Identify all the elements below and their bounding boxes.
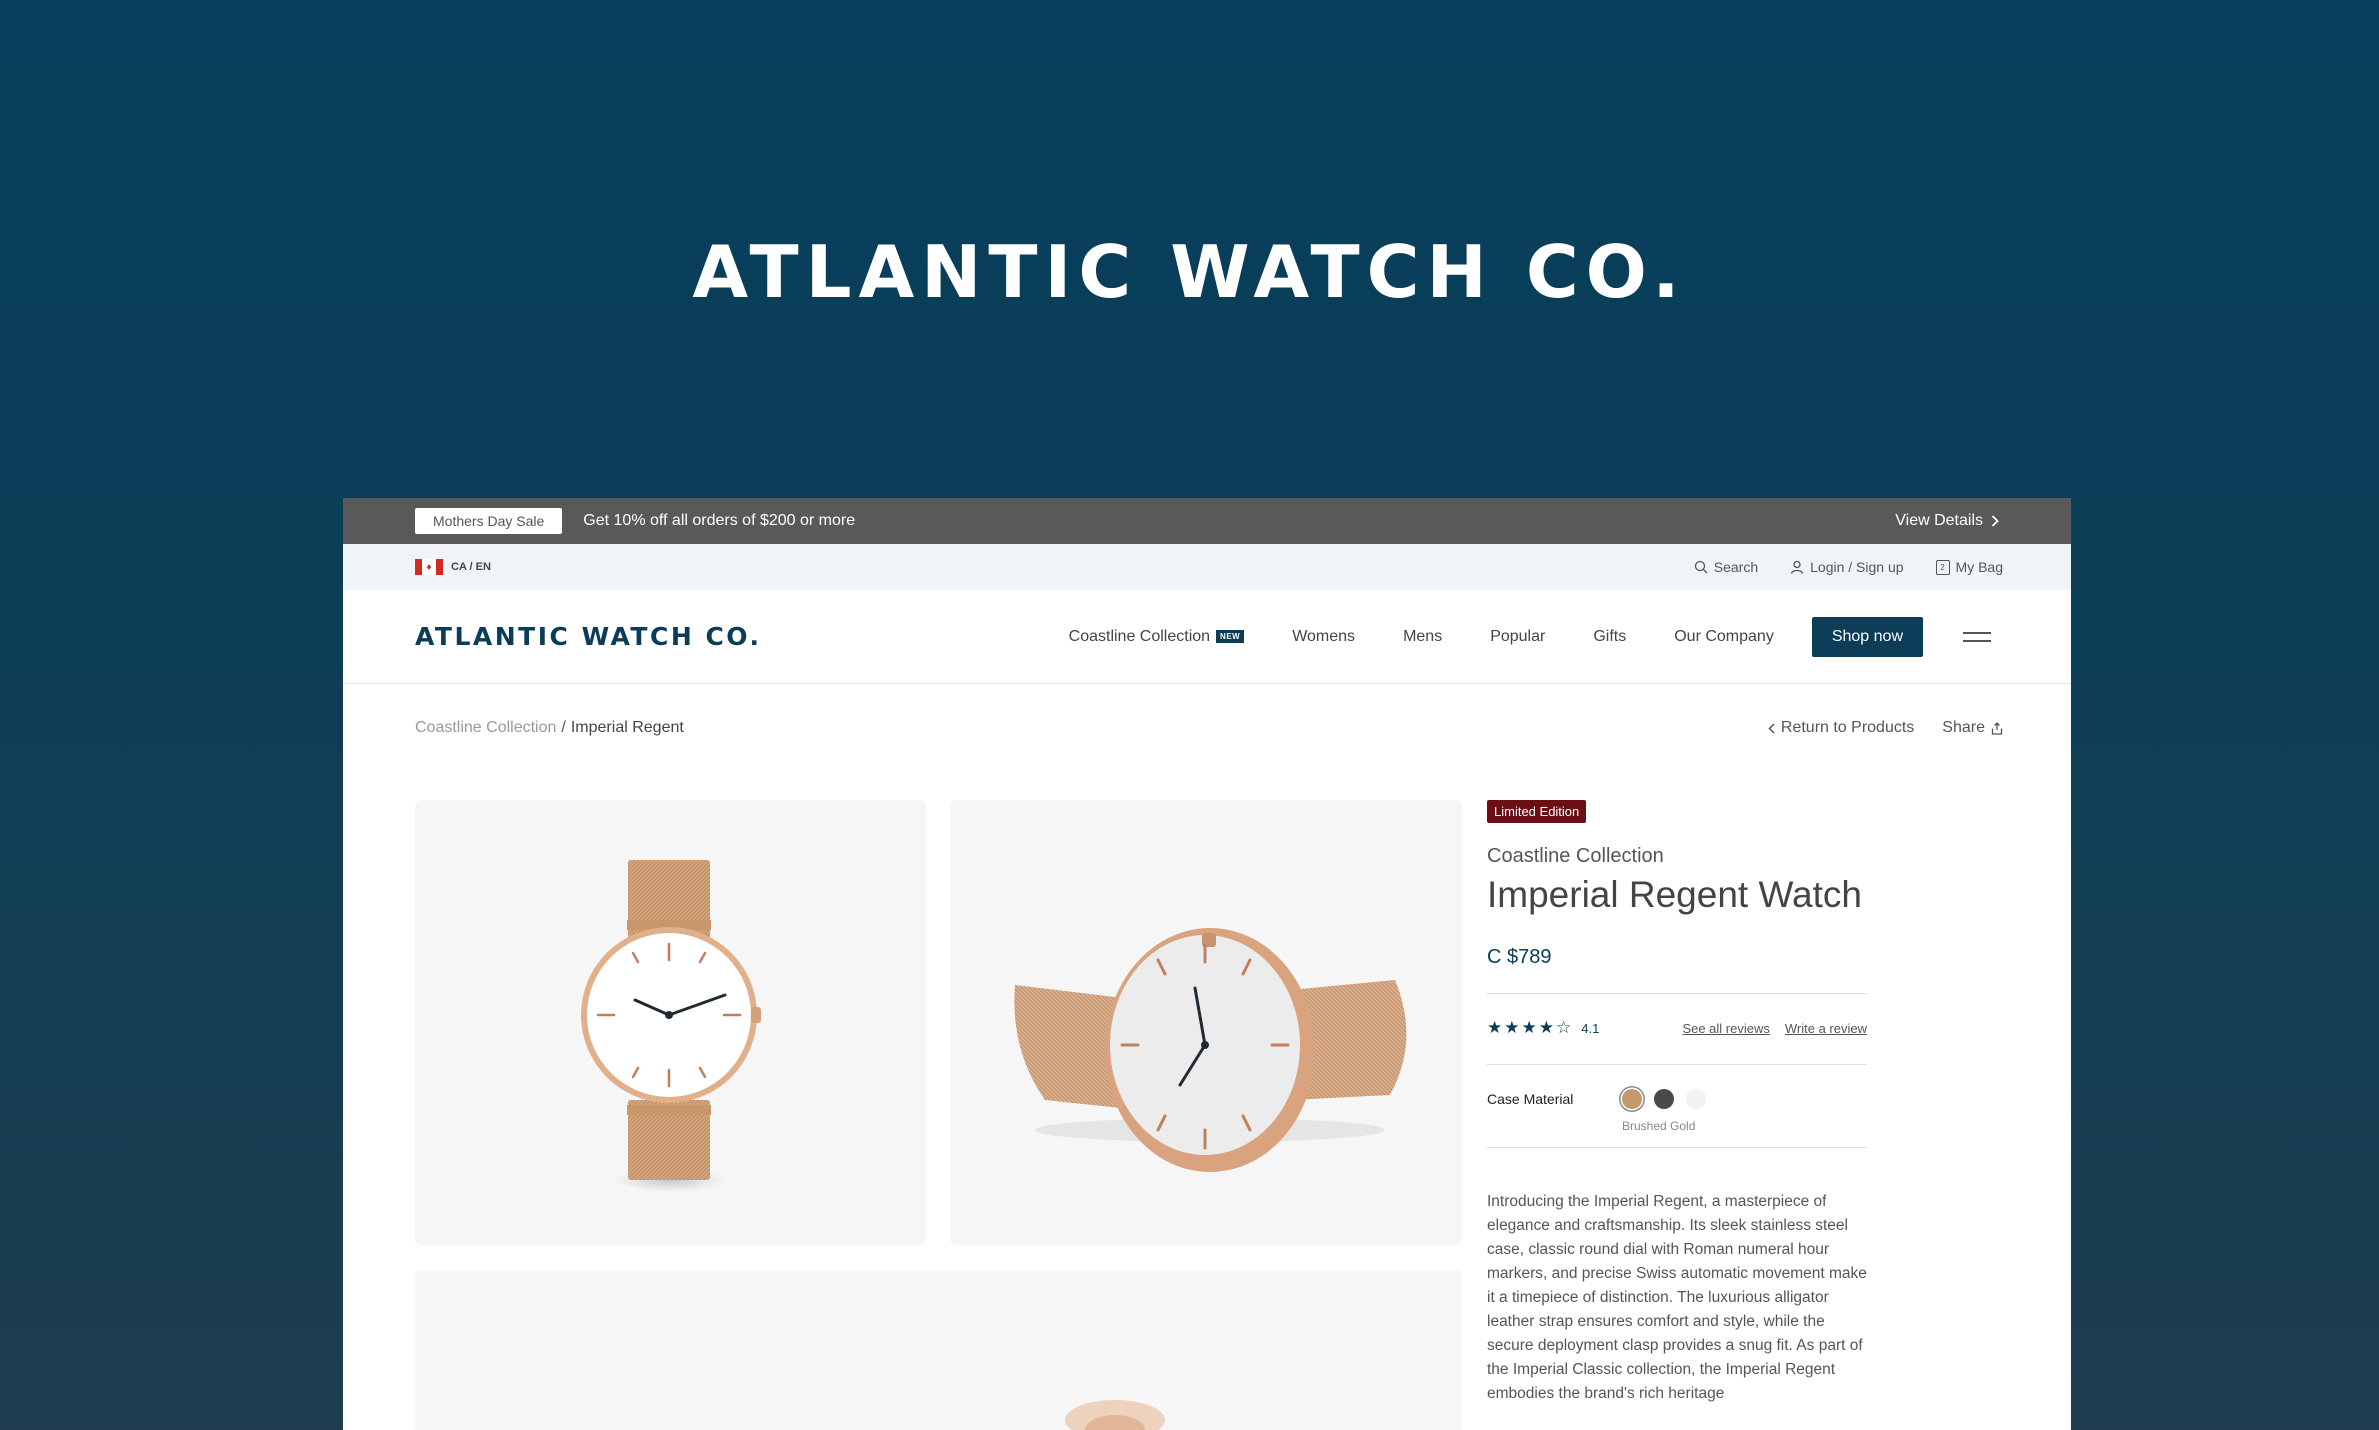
share-label: Share [1942,719,1985,736]
main-navigation: ATLANTIC WATCH CO. Coastline Collection … [343,590,2071,684]
canada-flag-icon: ♦ [415,559,443,575]
selected-material-label: Brushed Gold [1622,1119,1696,1133]
view-details-link[interactable]: View Details [1895,512,1999,530]
my-bag-label: My Bag [1955,559,2003,575]
locale-selector[interactable]: ♦ CA / EN [415,559,491,575]
hero-title: ATLANTIC WATCH CO. [692,230,1687,314]
star-filled-icon: ★ [1504,1018,1520,1037]
bag-count: 2 [1940,562,1945,572]
nav-menu: Coastline Collection NEW Womens Mens Pop… [1069,616,1991,657]
product-info: Limited Edition Coastline Collection Imp… [1487,800,1867,1406]
nav-item-gifts[interactable]: Gifts [1593,628,1626,646]
divider [1487,993,1867,994]
nav-item-label: Coastline Collection [1068,627,1211,645]
nav-item-our-company[interactable]: Our Company [1674,628,1774,646]
star-empty-icon: ☆ [1556,1018,1572,1037]
breadcrumb-current: Imperial Regent [570,719,684,736]
breadcrumb: Coastline Collection / Imperial Regent R… [343,684,2071,772]
utility-bar: ♦ CA / EN Search Login / Sign up 2 My Ba… [343,544,2071,590]
share-button[interactable]: Share [1942,719,2003,737]
watch-angled-illustration [1014,928,1407,1172]
material-swatch[interactable] [1654,1089,1674,1109]
product-image-lifestyle[interactable] [415,1270,1462,1430]
material-selector: Case Material Brushed Gold [1487,1081,1867,1133]
site-logo[interactable]: ATLANTIC WATCH CO. [415,622,762,651]
nav-item-mens[interactable]: Mens [1403,628,1442,646]
nav-item-womens[interactable]: Womens [1292,628,1355,646]
user-icon [1790,560,1804,574]
see-all-reviews-link[interactable]: See all reviews [1682,1021,1769,1036]
breadcrumb-parent[interactable]: Coastline Collection [415,719,556,737]
product-description: Introducing the Imperial Regent, a maste… [1487,1193,1867,1402]
divider [1487,1064,1867,1065]
material-swatch[interactable] [1686,1089,1706,1109]
product-image-angled[interactable] [950,800,1462,1245]
share-icon [1991,721,2003,735]
product-title: Imperial Regent Watch [1487,874,1862,915]
chevron-right-icon [1991,515,1999,527]
watch-lifestyle-illustration [1065,1400,1165,1430]
limited-edition-badge: Limited Edition [1487,800,1587,823]
product-collection: Coastline Collection [1487,845,1664,867]
promo-badge: Mothers Day Sale [415,508,563,534]
chevron-left-icon [1768,722,1775,734]
login-link[interactable]: Login / Sign up [1790,559,1904,575]
nav-item-popular[interactable]: Popular [1490,628,1545,646]
return-to-products-link[interactable]: Return to Products [1768,719,1914,737]
breadcrumb-separator: / [561,719,566,736]
product-image-front[interactable] [415,800,926,1245]
star-filled-icon: ★ [1521,1018,1537,1037]
case-material-label: Case Material [1487,1091,1574,1107]
divider [1487,1147,1867,1148]
rating-value: 4.1 [1581,1020,1600,1036]
rating-row: ★ ★ ★ ★ ☆ 4.1 See all reviews Write a review [1487,1018,1867,1038]
website-frame: Mothers Day Sale Get 10% off all orders … [343,498,2071,1430]
return-label: Return to Products [1780,719,1915,736]
product-price: C $789 [1487,946,1552,968]
search-icon [1694,560,1708,574]
star-filled-icon: ★ [1487,1018,1503,1037]
write-review-link[interactable]: Write a review [1785,1021,1867,1036]
promo-text: Get 10% off all orders of $200 or more [583,512,856,529]
new-badge: NEW [1216,630,1245,643]
locale-label: CA / EN [451,561,491,573]
my-bag-link[interactable]: 2 My Bag [1935,559,2003,575]
promo-bar: Mothers Day Sale Get 10% off all orders … [343,498,2071,544]
rating-stars: ★ ★ ★ ★ ☆ [1487,1018,1571,1038]
material-swatch[interactable] [1622,1089,1642,1109]
star-filled-icon: ★ [1538,1018,1554,1037]
login-label: Login / Sign up [1810,559,1904,575]
shop-now-button[interactable]: Shop now [1811,616,1923,657]
bag-icon: 2 [1935,559,1950,575]
view-details-label: View Details [1895,512,1983,529]
search-label: Search [1713,559,1759,575]
material-swatches [1622,1089,1706,1109]
watch-front-illustration [581,860,761,1192]
nav-item-coastline-collection[interactable]: Coastline Collection NEW [1069,628,1245,646]
search-link[interactable]: Search [1694,559,1758,575]
hamburger-menu-icon[interactable] [1963,626,1991,648]
